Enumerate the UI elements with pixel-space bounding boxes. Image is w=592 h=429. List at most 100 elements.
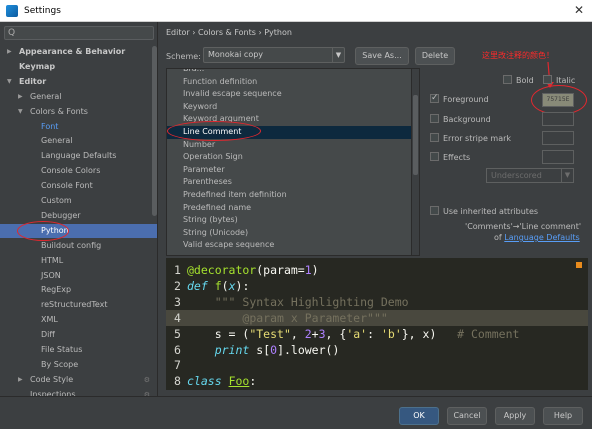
attribute-row[interactable]: Valid escape sequence <box>167 239 411 252</box>
ok-button[interactable]: OK <box>399 407 439 425</box>
line-number: 6 <box>174 342 181 357</box>
effects-color-swatch[interactable] <box>542 150 574 164</box>
error-stripe-checkbox[interactable] <box>430 133 439 142</box>
line-number: 5 <box>174 326 181 341</box>
tree-item-language-defaults[interactable]: Language Defaults <box>0 149 157 163</box>
bold-checkbox[interactable] <box>503 75 512 84</box>
tree-item-restructuredtext[interactable]: reStructuredText <box>0 298 157 312</box>
chevron-down-icon[interactable]: ▼ <box>7 75 12 89</box>
tree-item-file-status[interactable]: File Status <box>0 343 157 357</box>
background-color-swatch[interactable] <box>542 112 574 126</box>
attribute-row[interactable]: Parentheses <box>167 176 411 189</box>
window-title: Settings <box>24 5 61 16</box>
highlight-ellipse-python <box>17 221 69 241</box>
code-line: 4 @param x Parameter""" <box>166 309 588 326</box>
tree-item-label: Inspections <box>30 389 76 396</box>
attribute-row[interactable]: Keyword <box>167 101 411 114</box>
tree-item-by-scope[interactable]: By Scope <box>0 358 157 372</box>
attribute-row[interactable]: Predefined name <box>167 202 411 215</box>
line-number: 1 <box>174 263 181 277</box>
close-icon[interactable]: ✕ <box>574 3 584 17</box>
tree-item-label: Buildout config <box>41 240 102 250</box>
error-stripe-option[interactable]: Error stripe mark <box>430 133 511 145</box>
attribute-list-scrollbar[interactable] <box>411 69 419 255</box>
foreground-checkbox[interactable] <box>430 92 439 104</box>
settings-tree: Q ▶ Appearance & Behavior Keymap ▼ Editor ▶ Ge… <box>0 22 158 396</box>
error-stripe-color-swatch[interactable] <box>542 131 574 145</box>
tree-item-label: Console Colors <box>41 166 101 176</box>
tree-item-xml[interactable]: XML <box>0 313 157 327</box>
tree-item-regexp[interactable]: RegExp <box>0 283 157 297</box>
language-defaults-link[interactable]: Language Defaults <box>504 233 579 242</box>
tree-item-json[interactable]: JSON <box>0 269 157 283</box>
dialog-footer: OK Cancel Apply Help <box>0 396 592 429</box>
attribute-row[interactable]: String (Unicode) <box>167 227 411 240</box>
code-line: 3 """ Syntax Highlighting Demo <box>166 294 588 310</box>
chevron-down-icon[interactable]: ▼ <box>18 105 23 119</box>
attribute-row[interactable]: Parameter <box>167 164 411 177</box>
tree-item-label: Keymap <box>19 61 56 71</box>
gear-icon: ⚙ <box>143 375 150 384</box>
attribute-row[interactable]: Operation Sign <box>167 151 411 164</box>
scheme-select[interactable]: Monokai copy ▼ <box>203 47 345 63</box>
background-checkbox[interactable] <box>430 114 439 123</box>
tree-item-console-font[interactable]: Console Font <box>0 179 157 193</box>
tree-item-label: By Scope <box>41 359 79 369</box>
tree-item-colors-fonts[interactable]: ▼ Colors & Fonts <box>0 105 157 119</box>
tree-scrollbar[interactable] <box>152 46 157 216</box>
tree-item-label: Colors & Fonts <box>30 106 88 116</box>
tree-item-custom[interactable]: Custom <box>0 194 157 208</box>
chevron-right-icon[interactable]: ▶ <box>18 90 23 104</box>
code-line: 1 @decorator(param=1) <box>166 262 588 278</box>
tree-item-console-colors[interactable]: Console Colors <box>0 164 157 178</box>
chevron-right-icon[interactable]: ▶ <box>7 45 12 59</box>
tree-item-label: General <box>41 136 73 146</box>
italic-checkbox[interactable] <box>543 75 552 84</box>
attribute-row[interactable]: String (bytes) <box>167 214 411 227</box>
tree-item-diff[interactable]: Diff <box>0 328 157 342</box>
background-option[interactable]: Background <box>430 114 491 126</box>
save-as-button[interactable]: Save As... <box>355 47 409 65</box>
tree-item-label: Console Font <box>41 181 93 191</box>
tree-item-html[interactable]: HTML <box>0 254 157 268</box>
tree-item-buildout-config[interactable]: Buildout config <box>0 239 157 253</box>
foreground-option[interactable]: Foreground <box>430 92 489 106</box>
effects-option[interactable]: Effects <box>430 152 470 164</box>
tree-item-keymap[interactable]: Keymap <box>0 60 157 74</box>
tree-item-general[interactable]: ▶ General <box>0 90 157 104</box>
apply-button[interactable]: Apply <box>495 407 535 425</box>
effects-checkbox[interactable] <box>430 152 439 161</box>
attribute-row[interactable]: Invalid escape sequence <box>167 88 411 101</box>
inherit-label: Use inherited attributes <box>443 207 539 216</box>
chevron-down-icon: ▼ <box>332 48 344 62</box>
tree-item-editor[interactable]: ▼ Editor <box>0 75 157 89</box>
tree-item-font[interactable]: Font <box>0 120 157 134</box>
gear-icon: ⚙ <box>143 390 150 396</box>
attribute-row[interactable]: Predefined item definition <box>167 189 411 202</box>
tree-item-debugger[interactable]: Debugger <box>0 209 157 223</box>
effects-select[interactable]: Underscored ▼ <box>486 168 574 183</box>
inherit-option[interactable]: Use inherited attributes <box>430 206 538 218</box>
chevron-down-icon: ▼ <box>561 169 573 182</box>
inherit-checkbox[interactable] <box>430 206 439 215</box>
tree-item-appearance-behavior[interactable]: ▶ Appearance & Behavior <box>0 45 157 59</box>
effects-select-value: Underscored <box>491 171 542 180</box>
delete-button[interactable]: Delete <box>415 47 455 65</box>
search-input[interactable]: Q <box>4 26 154 40</box>
tree-item-general[interactable]: General <box>0 134 157 148</box>
attribute-list[interactable]: Bra... Function definition Invalid escape … <box>166 68 420 256</box>
tree-item-label: Appearance & Behavior <box>19 47 126 56</box>
foreground-label: Foreground <box>443 95 489 104</box>
error-stripe-marker <box>576 262 582 268</box>
bold-option[interactable]: Bold <box>503 75 534 87</box>
code-text: s = ("Test", 2+3, {'a': 'b'}, x) # Comme… <box>214 326 520 341</box>
code-text: def f(x): <box>187 278 250 293</box>
tree-item-label: Editor <box>19 76 47 86</box>
tree-item-inspections[interactable]: Inspections ⚙ <box>0 388 157 396</box>
help-button[interactable]: Help <box>543 407 583 425</box>
cancel-button[interactable]: Cancel <box>447 407 487 425</box>
tree-item-code-style[interactable]: ▶ Code Style ⚙ <box>0 373 157 387</box>
attribute-row[interactable]: Function definition <box>167 76 411 89</box>
attribute-row[interactable]: Bra... <box>167 69 411 76</box>
chevron-right-icon[interactable]: ▶ <box>18 373 23 387</box>
